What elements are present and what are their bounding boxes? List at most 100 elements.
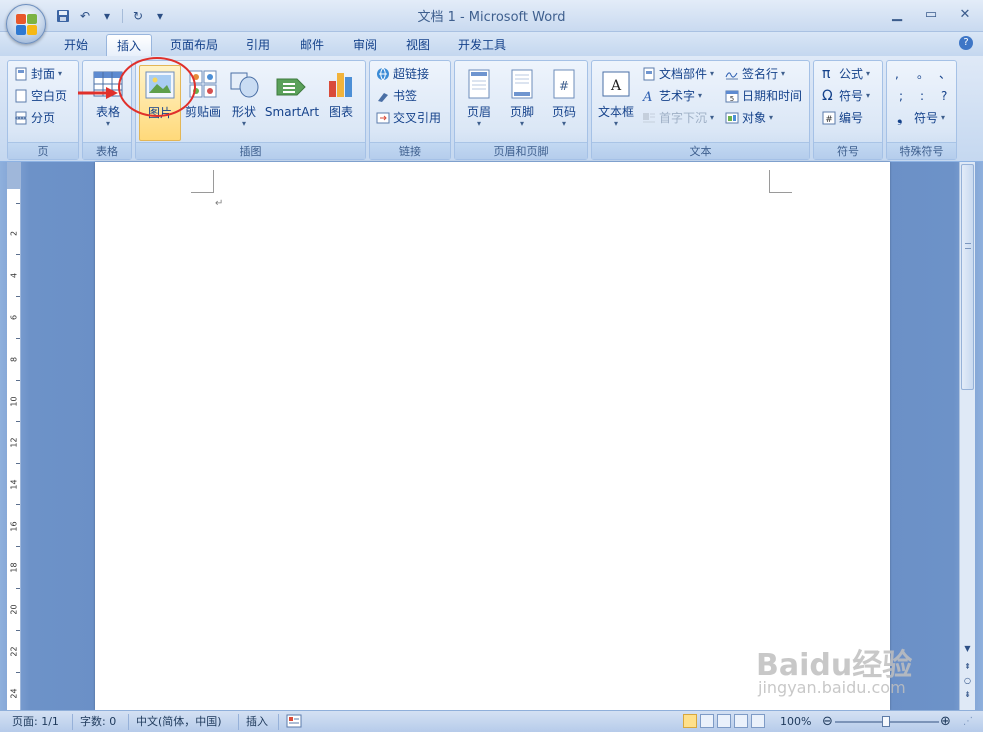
object-button[interactable]: 对象 ▾ [725,108,773,128]
signature-line-label: 签名行 [742,67,779,81]
ruler-label: 6 [9,314,19,321]
quick-parts-button[interactable]: 文档部件 ▾ [642,64,714,84]
vertical-ruler: 2 4 6 8 10 12 14 16 18 20 22 24 [7,162,21,710]
hyperlink-icon [376,67,390,81]
page-count[interactable]: 页面: 1/1 [12,714,59,730]
outline-view-icon[interactable] [734,714,748,728]
scroll-down-icon[interactable]: ▼ [961,642,974,655]
zoom-in-icon[interactable]: ⊕ [940,714,951,730]
equation-button[interactable]: π 公式 ▾ [822,64,870,84]
status-separator [278,714,279,730]
print-layout-icon[interactable] [683,714,697,728]
draft-view-icon[interactable] [751,714,765,728]
ruler-label: 12 [9,437,19,448]
ruler-tick [16,504,20,505]
office-button[interactable] [6,4,46,44]
quick-parts-label: 文档部件 [659,67,708,81]
equation-label: 公式 [839,67,864,81]
resize-grip-icon[interactable]: ⋰ [963,714,973,730]
browse-object-icon[interactable]: ○ [961,674,974,687]
wordart-label: 艺术字 [659,89,696,103]
hyperlink-button[interactable]: 超链接 [376,64,429,84]
drop-cap-button[interactable]: 首字下沉 ▾ [642,108,714,128]
full-screen-reading-icon[interactable] [700,714,714,728]
hyperlink-label: 超链接 [393,67,430,81]
special-char-period[interactable]: 。 [917,64,929,84]
tab-insert[interactable]: 插入 [106,34,152,56]
svg-text:#: # [825,115,833,125]
footer-button[interactable]: 页脚 ▾ [501,65,543,141]
chevron-down-icon: ▾ [866,91,871,100]
group-links-label: 链接 [370,142,450,159]
zoom-level[interactable]: 100% [780,714,811,730]
textbox-label: 文本框 [597,105,634,119]
tab-page-layout[interactable]: 页面布局 [162,34,226,56]
special-char-question[interactable]: ? [941,86,947,106]
header-button[interactable]: 页眉 ▾ [458,65,500,141]
special-char-semicolon[interactable]: ; [899,86,903,106]
cross-reference-button[interactable]: 交叉引用 [376,108,441,128]
page-break-button[interactable]: 分页 [14,108,55,128]
more-symbols-button[interactable]: ❟ 符号 ▾ [897,108,945,128]
tab-review[interactable]: 审阅 [343,34,387,56]
minimize-icon[interactable]: ▁ [887,4,907,24]
tab-view[interactable]: 视图 [396,34,440,56]
help-icon[interactable]: ? [959,36,973,50]
group-header-footer-label: 页眉和页脚 [455,142,587,159]
shapes-button[interactable]: 形状 ▾ [224,65,264,141]
clip-art-label: 剪贴画 [184,105,221,119]
word-count[interactable]: 字数: 0 [80,714,116,730]
cover-page-button[interactable]: 封面 ▾ [14,64,62,84]
group-pages-label: 页 [8,142,78,159]
chevron-down-icon: ▾ [241,119,246,128]
special-char-colon[interactable]: : [920,86,924,106]
page-number-label: 页码 [551,105,576,119]
blank-page-label: 空白页 [31,89,68,103]
blank-page-button[interactable]: 空白页 [14,86,67,106]
ruler-tick [16,463,20,464]
numbering-button[interactable]: # 编号 [822,108,863,128]
ruler-label: 22 [9,646,19,657]
textbox-button[interactable]: A 文本框 ▾ [595,65,637,141]
macro-record-icon[interactable] [286,714,302,730]
language-indicator[interactable]: 中文(简体，中国) [136,714,222,730]
scrollbar-thumb[interactable] [961,164,974,390]
chart-button[interactable]: 图表 [320,65,362,141]
header-icon [462,67,496,101]
group-text: A 文本框 ▾ 文档部件 ▾ A 艺术字 ▾ 首字下沉 ▾ 签名行 ▾ 5 日期和时间 … [591,60,810,160]
vertical-scrollbar[interactable]: ▼ ⇞ ○ ⇟ [959,162,975,710]
highlight-circle [118,57,196,117]
chevron-down-icon: ▾ [866,69,871,78]
bookmark-button[interactable]: 书签 [376,86,417,106]
special-char-comma[interactable]: , [895,64,899,84]
document-page[interactable]: ↵ [95,162,890,710]
symbol-button[interactable]: Ω 符号 ▾ [822,86,870,106]
close-icon[interactable]: ✕ [955,4,975,24]
page-break-label: 分页 [31,111,56,125]
maximize-icon[interactable]: ▭ [921,4,941,24]
date-time-button[interactable]: 5 日期和时间 [725,86,802,106]
signature-line-button[interactable]: 签名行 ▾ [725,64,785,84]
group-header-footer: 页眉 ▾ 页脚 ▾ # 页码 ▾ 页眉和页脚 [454,60,588,160]
wordart-icon: A [642,89,656,105]
tab-home[interactable]: 开始 [52,34,100,56]
zoom-slider-knob[interactable] [882,716,890,727]
footer-icon [505,67,539,101]
wordart-button[interactable]: A 艺术字 ▾ [642,86,702,106]
chart-icon [324,67,358,101]
web-layout-icon[interactable] [717,714,731,728]
page-number-icon: # [547,67,581,101]
tab-developer[interactable]: 开发工具 [450,34,514,56]
special-char-enum-comma[interactable]: 、 [939,64,951,84]
tab-mailings[interactable]: 邮件 [290,34,334,56]
zoom-out-icon[interactable]: ⊖ [822,714,833,730]
insert-mode[interactable]: 插入 [246,714,268,730]
tab-references[interactable]: 引用 [236,34,280,56]
prev-page-icon[interactable]: ⇞ [961,660,974,673]
page-number-button[interactable]: # 页码 ▾ [543,65,585,141]
svg-text:#: # [559,79,569,93]
ruler-tick [16,296,20,297]
smartart-button[interactable]: SmartArt [264,65,320,141]
next-page-icon[interactable]: ⇟ [961,688,974,701]
textbox-icon: A [599,67,633,101]
